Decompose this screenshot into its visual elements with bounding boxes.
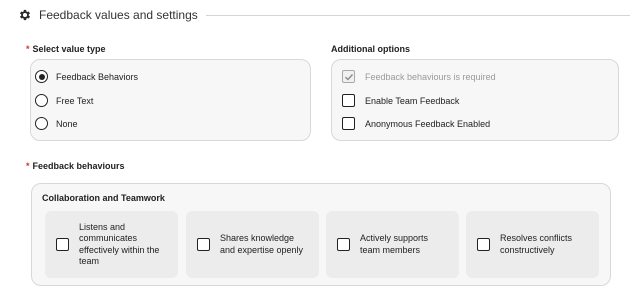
section-title: Feedback values and settings xyxy=(39,8,198,22)
value-type-label: * Select value type xyxy=(26,44,106,54)
check-icon xyxy=(344,73,353,80)
option-label: Feedback behaviours is required xyxy=(365,71,496,82)
header-divider xyxy=(205,14,630,16)
feedback-behaviours-label-text: Feedback behaviours xyxy=(32,161,125,171)
checkbox-checked-disabled xyxy=(342,70,355,83)
option-label: Enable Team Feedback xyxy=(365,95,460,106)
radio-option-feedback-behaviors[interactable]: Feedback Behaviors xyxy=(35,70,138,83)
feedback-behaviours-label: * Feedback behaviours xyxy=(26,161,125,171)
radio-label: Feedback Behaviors xyxy=(56,71,139,82)
checkbox[interactable] xyxy=(337,238,350,251)
option-feedback-required: Feedback behaviours is required xyxy=(342,70,496,83)
group-title: Collaboration and Teamwork xyxy=(42,193,165,203)
behaviour-text-line: Shares knowledge xyxy=(220,233,295,243)
behaviour-card[interactable]: Shares knowledge and expertise openly xyxy=(186,211,319,278)
behaviour-text-line: Actively supports xyxy=(360,233,429,243)
radio-option-none[interactable]: None xyxy=(35,117,78,130)
behaviour-text: Resolves conflicts constructively xyxy=(500,233,572,256)
checkbox[interactable] xyxy=(477,238,490,251)
section-header: Feedback values and settings xyxy=(18,4,630,26)
option-enable-team-feedback[interactable]: Enable Team Feedback xyxy=(342,94,459,107)
behaviour-text-line: Resolves conflicts xyxy=(500,233,573,243)
behaviour-text: Shares knowledge and expertise openly xyxy=(220,233,303,256)
value-type-panel: Feedback Behaviors Free Text None xyxy=(30,59,311,141)
option-label: Anonymous Feedback Enabled xyxy=(365,118,491,129)
value-type-label-text: Select value type xyxy=(32,44,106,54)
behaviour-text-line: team members xyxy=(360,244,421,255)
radio-button[interactable] xyxy=(35,70,48,83)
radio-option-free-text[interactable]: Free Text xyxy=(35,94,93,107)
behaviour-card[interactable]: Resolves conflicts constructively xyxy=(466,211,599,278)
additional-options-panel: Feedback behaviours is required Enable T… xyxy=(331,59,619,141)
behaviour-card[interactable]: Listens and communicates effectively wit… xyxy=(45,211,178,278)
checkbox[interactable] xyxy=(342,117,355,130)
required-marker: * xyxy=(26,44,30,54)
radio-label: Free Text xyxy=(56,95,94,106)
checkbox[interactable] xyxy=(56,238,69,251)
option-anonymous-feedback[interactable]: Anonymous Feedback Enabled xyxy=(342,117,490,130)
behaviour-text: Listens and communicates effectively wit… xyxy=(79,222,159,268)
radio-button[interactable] xyxy=(35,117,48,130)
radio-button[interactable] xyxy=(35,94,48,107)
behaviour-text: Actively supports team members xyxy=(360,233,428,256)
behaviour-text-line: Listens and xyxy=(79,221,126,232)
behaviours-group-panel: Collaboration and Teamwork Listens and c… xyxy=(31,183,611,286)
checkbox[interactable] xyxy=(342,94,355,107)
behaviour-text-line: effectively within the xyxy=(79,244,160,255)
behaviour-text-line: team xyxy=(79,256,100,266)
required-marker: * xyxy=(26,161,30,171)
checkbox[interactable] xyxy=(197,238,210,251)
behaviour-text-line: communicates xyxy=(79,233,138,243)
radio-label: None xyxy=(56,118,78,129)
gear-icon xyxy=(18,8,32,22)
behaviour-text-line: and expertise openly xyxy=(220,244,304,255)
behaviour-card[interactable]: Actively supports team members xyxy=(326,211,459,278)
behaviour-text-line: constructively xyxy=(500,244,555,255)
additional-options-label: Additional options xyxy=(331,44,410,54)
